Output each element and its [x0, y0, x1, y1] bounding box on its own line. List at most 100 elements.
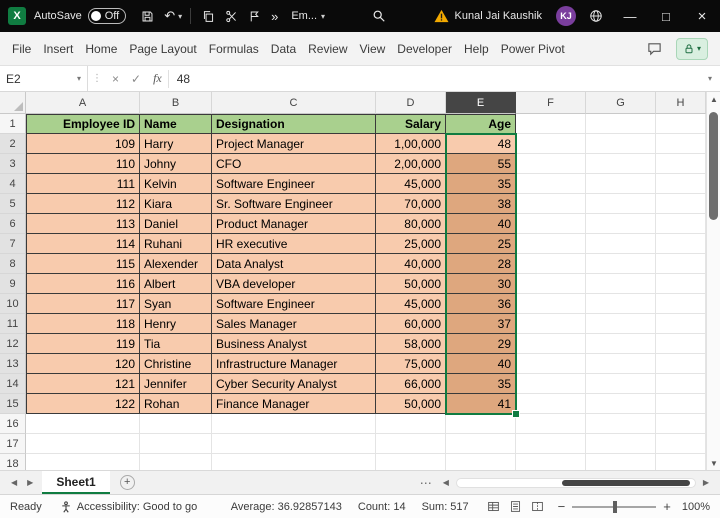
accessibility-status[interactable]: Accessibility: Good to go [60, 501, 197, 513]
cell-G5[interactable] [586, 194, 656, 214]
cell-D10[interactable]: 45,000 [376, 294, 446, 314]
cell-E4[interactable]: 35 [446, 174, 516, 194]
cell-D5[interactable]: 70,000 [376, 194, 446, 214]
cell-F5[interactable] [516, 194, 586, 214]
cell-D1[interactable]: Salary [376, 114, 446, 134]
cell-E15[interactable]: 41 [446, 394, 516, 414]
cell-D18[interactable] [376, 454, 446, 470]
cell-F10[interactable] [516, 294, 586, 314]
row-header-10[interactable]: 10 [0, 294, 26, 314]
cell-F14[interactable] [516, 374, 586, 394]
cell-H2[interactable] [656, 134, 706, 154]
row-header-12[interactable]: 12 [0, 334, 26, 354]
cell-F8[interactable] [516, 254, 586, 274]
cell-H5[interactable] [656, 194, 706, 214]
cell-D7[interactable]: 25,000 [376, 234, 446, 254]
cell-E17[interactable] [446, 434, 516, 454]
column-header-B[interactable]: B [140, 92, 212, 114]
cell-B3[interactable]: Johny [140, 154, 212, 174]
cell-F17[interactable] [516, 434, 586, 454]
cell-F7[interactable] [516, 234, 586, 254]
row-header-16[interactable]: 16 [0, 414, 26, 434]
row-header-3[interactable]: 3 [0, 154, 26, 174]
cell-G3[interactable] [586, 154, 656, 174]
cell-D3[interactable]: 2,00,000 [376, 154, 446, 174]
minimize-button[interactable]: — [612, 0, 648, 32]
copy-button[interactable] [197, 8, 220, 25]
normal-view-button[interactable] [487, 500, 500, 513]
horizontal-scrollbar[interactable] [456, 478, 696, 488]
sheet-tab-sheet1[interactable]: Sheet1 [42, 471, 109, 494]
cell-C12[interactable]: Business Analyst [212, 334, 376, 354]
cell-A9[interactable]: 116 [26, 274, 140, 294]
vertical-scrollbar-thumb[interactable] [709, 112, 718, 220]
cell-B17[interactable] [140, 434, 212, 454]
undo-dropdown-icon[interactable]: ▾ [178, 12, 182, 21]
cell-B18[interactable] [140, 454, 212, 470]
cell-H13[interactable] [656, 354, 706, 374]
cell-A11[interactable]: 118 [26, 314, 140, 334]
formula-cancel-button[interactable]: × [106, 72, 125, 86]
cell-E3[interactable]: 55 [446, 154, 516, 174]
cell-E10[interactable]: 36 [446, 294, 516, 314]
cell-B8[interactable]: Alexender [140, 254, 212, 274]
formula-bar-drag-handle[interactable]: ⋮ [88, 73, 106, 84]
page-break-view-button[interactable] [531, 500, 544, 513]
select-all-corner[interactable] [0, 92, 26, 114]
status-sum[interactable]: Sum: 517 [422, 501, 469, 513]
row-header-8[interactable]: 8 [0, 254, 26, 274]
cell-A4[interactable]: 111 [26, 174, 140, 194]
column-header-G[interactable]: G [586, 92, 656, 114]
menu-tab-formulas[interactable]: Formulas [209, 42, 259, 56]
menu-tab-power-pivot[interactable]: Power Pivot [501, 42, 565, 56]
toolbar-overflow-button[interactable]: » [266, 7, 283, 26]
menu-tab-page-layout[interactable]: Page Layout [129, 42, 196, 56]
cell-D13[interactable]: 75,000 [376, 354, 446, 374]
excel-logo-icon[interactable]: X [8, 7, 26, 25]
cell-C6[interactable]: Product Manager [212, 214, 376, 234]
cell-G15[interactable] [586, 394, 656, 414]
row-header-9[interactable]: 9 [0, 274, 26, 294]
cell-G16[interactable] [586, 414, 656, 434]
menu-tab-developer[interactable]: Developer [397, 42, 452, 56]
cell-D16[interactable] [376, 414, 446, 434]
cell-G14[interactable] [586, 374, 656, 394]
save-button[interactable] [136, 8, 159, 25]
zoom-knob[interactable] [613, 501, 617, 513]
sheet-nav-left-icon[interactable]: ◀ [6, 478, 22, 487]
cell-D4[interactable]: 45,000 [376, 174, 446, 194]
cell-G11[interactable] [586, 314, 656, 334]
tabbar-more-icon[interactable]: ⋯ [414, 476, 438, 490]
cell-A6[interactable]: 113 [26, 214, 140, 234]
cell-H7[interactable] [656, 234, 706, 254]
cell-G1[interactable] [586, 114, 656, 134]
cell-C16[interactable] [212, 414, 376, 434]
cell-F18[interactable] [516, 454, 586, 470]
cell-F4[interactable] [516, 174, 586, 194]
cell-H8[interactable] [656, 254, 706, 274]
zoom-in-button[interactable]: + [663, 499, 671, 514]
row-header-7[interactable]: 7 [0, 234, 26, 254]
cell-G8[interactable] [586, 254, 656, 274]
row-header-2[interactable]: 2 [0, 134, 26, 154]
autosave-toggle[interactable]: Off [88, 8, 126, 24]
cell-B12[interactable]: Tia [140, 334, 212, 354]
cell-E11[interactable]: 37 [446, 314, 516, 334]
cell-F3[interactable] [516, 154, 586, 174]
cell-F2[interactable] [516, 134, 586, 154]
cell-G12[interactable] [586, 334, 656, 354]
menu-tab-home[interactable]: Home [85, 42, 117, 56]
cell-F16[interactable] [516, 414, 586, 434]
fill-handle[interactable] [512, 410, 520, 418]
row-header-6[interactable]: 6 [0, 214, 26, 234]
page-layout-view-button[interactable] [509, 500, 522, 513]
cell-D12[interactable]: 58,000 [376, 334, 446, 354]
cell-H4[interactable] [656, 174, 706, 194]
undo-button[interactable]: ↶ [159, 6, 180, 26]
cell-C2[interactable]: Project Manager [212, 134, 376, 154]
cell-E14[interactable]: 35 [446, 374, 516, 394]
cell-G9[interactable] [586, 274, 656, 294]
cell-E5[interactable]: 38 [446, 194, 516, 214]
row-header-11[interactable]: 11 [0, 314, 26, 334]
column-header-F[interactable]: F [516, 92, 586, 114]
